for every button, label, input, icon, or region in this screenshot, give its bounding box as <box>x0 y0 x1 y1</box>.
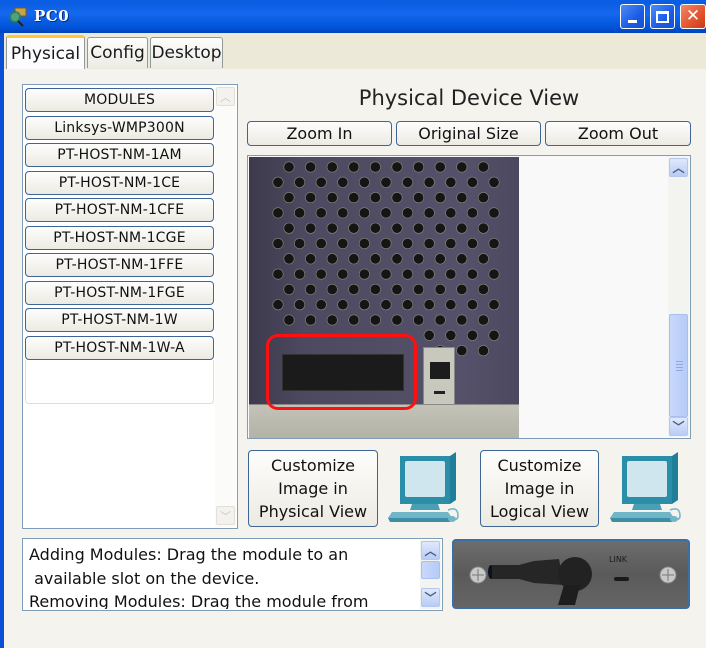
module-item[interactable]: PT-HOST-NM-1FFE <box>25 253 214 277</box>
chevron-down-icon: ﹀ <box>424 591 437 605</box>
help-scrollbar[interactable]: ︿ ﹀ <box>420 540 441 609</box>
module-item[interactable]: PT-HOST-NM-1W-A <box>25 335 214 360</box>
maximize-icon <box>656 10 669 23</box>
chevron-down-icon: ﹀ <box>220 509 231 523</box>
modules-header[interactable]: MODULES <box>25 88 214 112</box>
scroll-down-button[interactable]: ﹀ <box>421 588 440 607</box>
device-view-canvas[interactable]: ︿ ﹀ <box>247 155 691 439</box>
chevron-down-icon: ﹀ <box>672 420 685 434</box>
minimize-icon <box>628 20 637 23</box>
scroll-up-button[interactable]: ︿ <box>421 541 440 560</box>
maximize-button[interactable] <box>650 4 675 29</box>
title-bar[interactable]: PC0 ✕ <box>0 0 706 33</box>
customize-physical-view-button[interactable]: Customize Image in Physical View <box>248 450 378 527</box>
scroll-up-button[interactable]: ︿ <box>216 87 235 106</box>
modules-scrollbar[interactable]: ︿ ﹀ <box>215 86 236 527</box>
rj45-jack-icon <box>430 362 450 379</box>
module-item[interactable]: Linksys-WMP300N <box>25 115 214 140</box>
device-view-scrollbar[interactable]: ︿ ﹀ <box>668 157 689 437</box>
tab-physical[interactable]: Physical <box>6 35 85 69</box>
chevron-up-icon: ︿ <box>424 544 437 558</box>
module-item[interactable]: PT-HOST-NM-1CGE <box>25 225 214 250</box>
close-icon: ✕ <box>685 6 701 26</box>
tab-config[interactable]: Config <box>87 37 148 68</box>
minimize-button[interactable] <box>620 4 645 29</box>
button-label: Customize <box>497 456 582 475</box>
module-item[interactable]: PT-HOST-NM-1AM <box>25 143 214 167</box>
module-faceplate <box>469 557 677 605</box>
chevron-up-icon: ︿ <box>220 90 231 104</box>
ethernet-port[interactable] <box>423 347 455 405</box>
scroll-down-button[interactable]: ﹀ <box>216 506 235 525</box>
window-title: PC0 <box>34 7 70 25</box>
chevron-up-icon: ︿ <box>672 161 685 175</box>
scroll-down-button[interactable]: ﹀ <box>669 417 688 436</box>
pc-physical-icon <box>388 452 459 522</box>
original-size-button[interactable]: Original Size <box>396 121 541 146</box>
button-label: Image in <box>278 479 348 498</box>
packet-tracer-pc-icon <box>9 7 27 27</box>
tab-desktop[interactable]: Desktop <box>150 37 223 68</box>
help-textarea[interactable]: Adding Modules: Drag the module to an av… <box>22 538 443 611</box>
zoom-in-button[interactable]: Zoom In <box>247 121 392 146</box>
close-button[interactable]: ✕ <box>680 4 706 29</box>
button-label: Image in <box>504 479 575 498</box>
modules-panel: MODULES Linksys-WMP300N PT-HOST-NM-1AM P… <box>22 84 238 529</box>
pc-logical-icon <box>610 452 681 522</box>
scroll-thumb[interactable] <box>669 314 688 417</box>
module-preview-image[interactable]: LINK <box>452 539 690 609</box>
link-label: LINK <box>609 555 628 564</box>
module-item[interactable]: PT-HOST-NM-1CFE <box>25 198 214 222</box>
zoom-out-button[interactable]: Zoom Out <box>545 121 691 146</box>
modules-list: MODULES Linksys-WMP300N PT-HOST-NM-1AM P… <box>25 88 214 404</box>
device-rear-panel <box>249 157 519 438</box>
scroll-thumb[interactable] <box>421 561 440 579</box>
modules-list-empty-area <box>25 360 214 404</box>
link-led <box>434 391 445 394</box>
button-label: Physical View <box>258 502 368 521</box>
tab-bar: Physical Config Desktop <box>0 33 706 69</box>
slot-highlight-outline <box>266 334 417 410</box>
module-item[interactable]: PT-HOST-NM-1CE <box>25 170 214 195</box>
button-label: Customize <box>271 456 355 475</box>
module-item[interactable]: PT-HOST-NM-1FGE <box>25 280 214 305</box>
module-item[interactable]: PT-HOST-NM-1W <box>25 308 214 332</box>
button-label: Logical View <box>489 502 590 521</box>
physical-view-title: Physical Device View <box>358 86 580 110</box>
customize-logical-view-button[interactable]: Customize Image in Logical View <box>480 450 599 527</box>
scroll-up-button[interactable]: ︿ <box>669 158 688 177</box>
help-text: Adding Modules: Drag the module to an av… <box>29 545 369 609</box>
